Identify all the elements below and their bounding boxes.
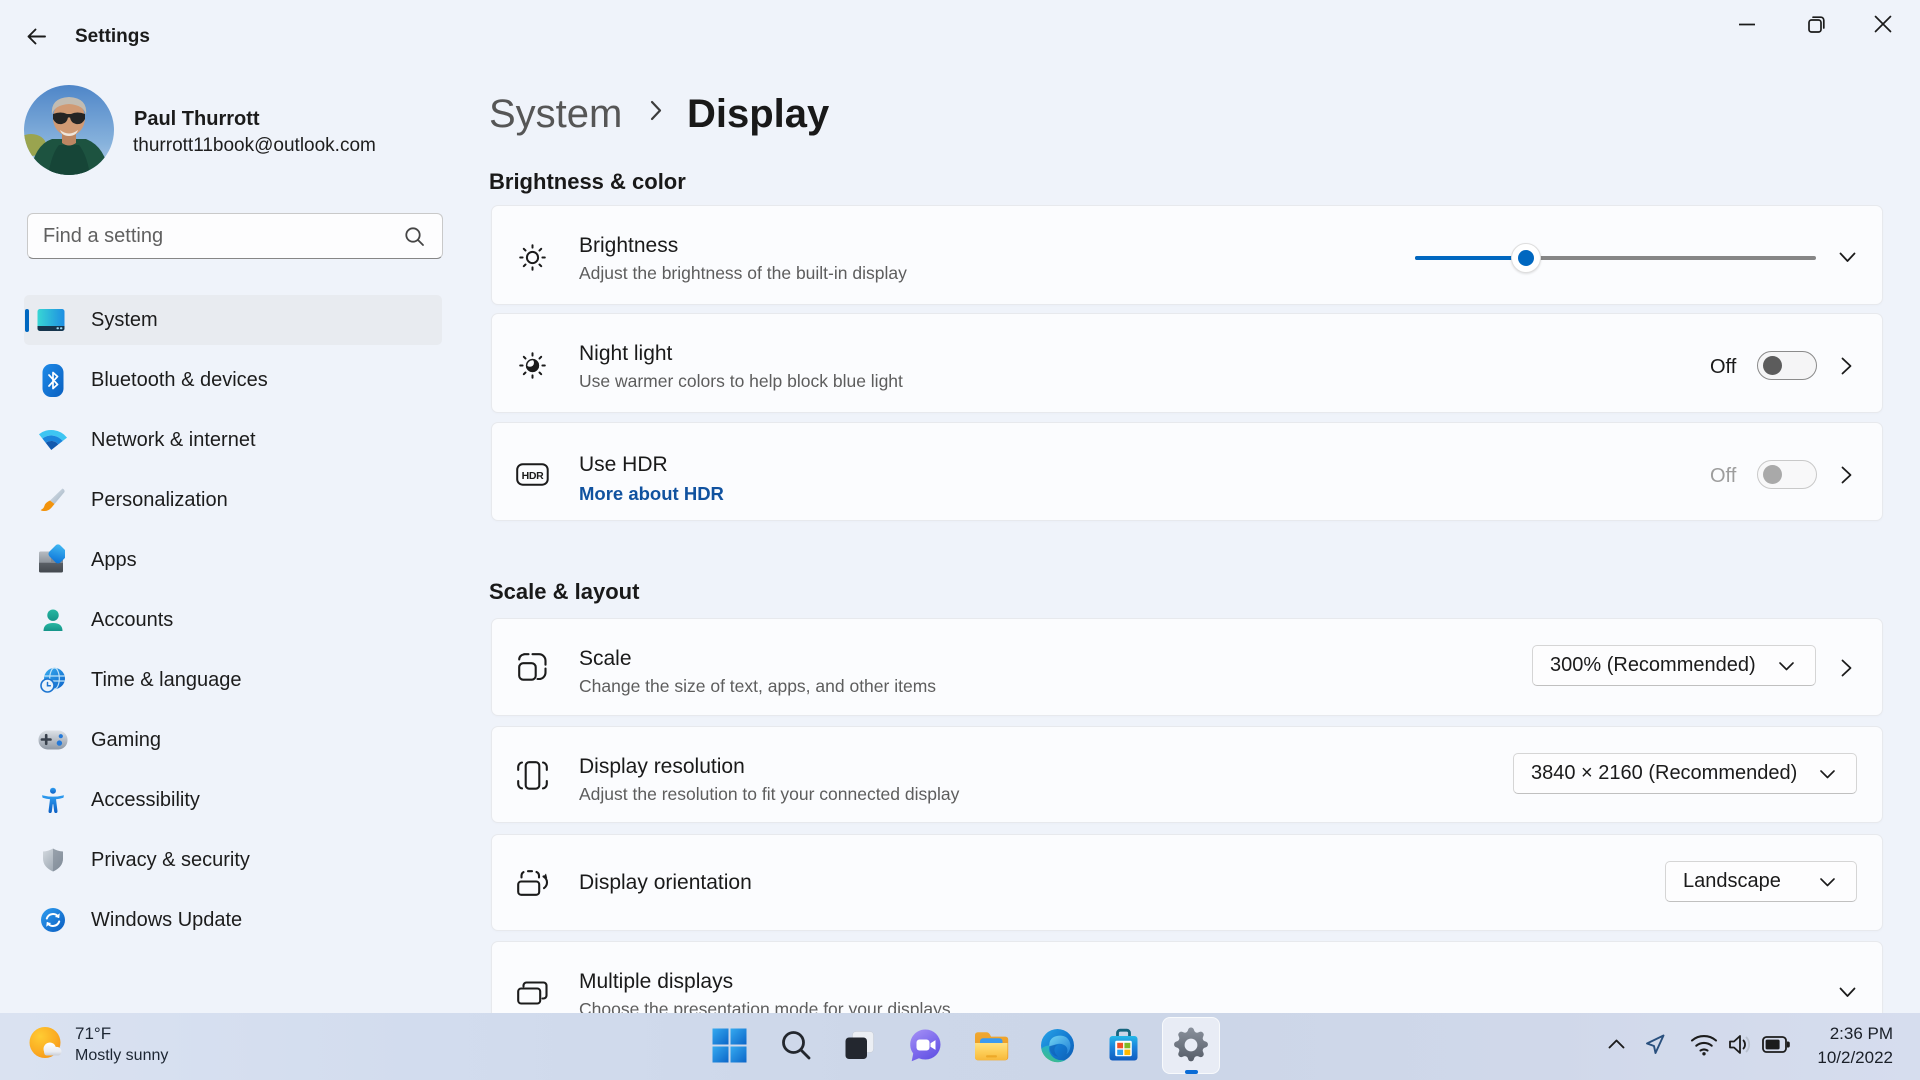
svg-text:HDR: HDR	[522, 470, 545, 482]
